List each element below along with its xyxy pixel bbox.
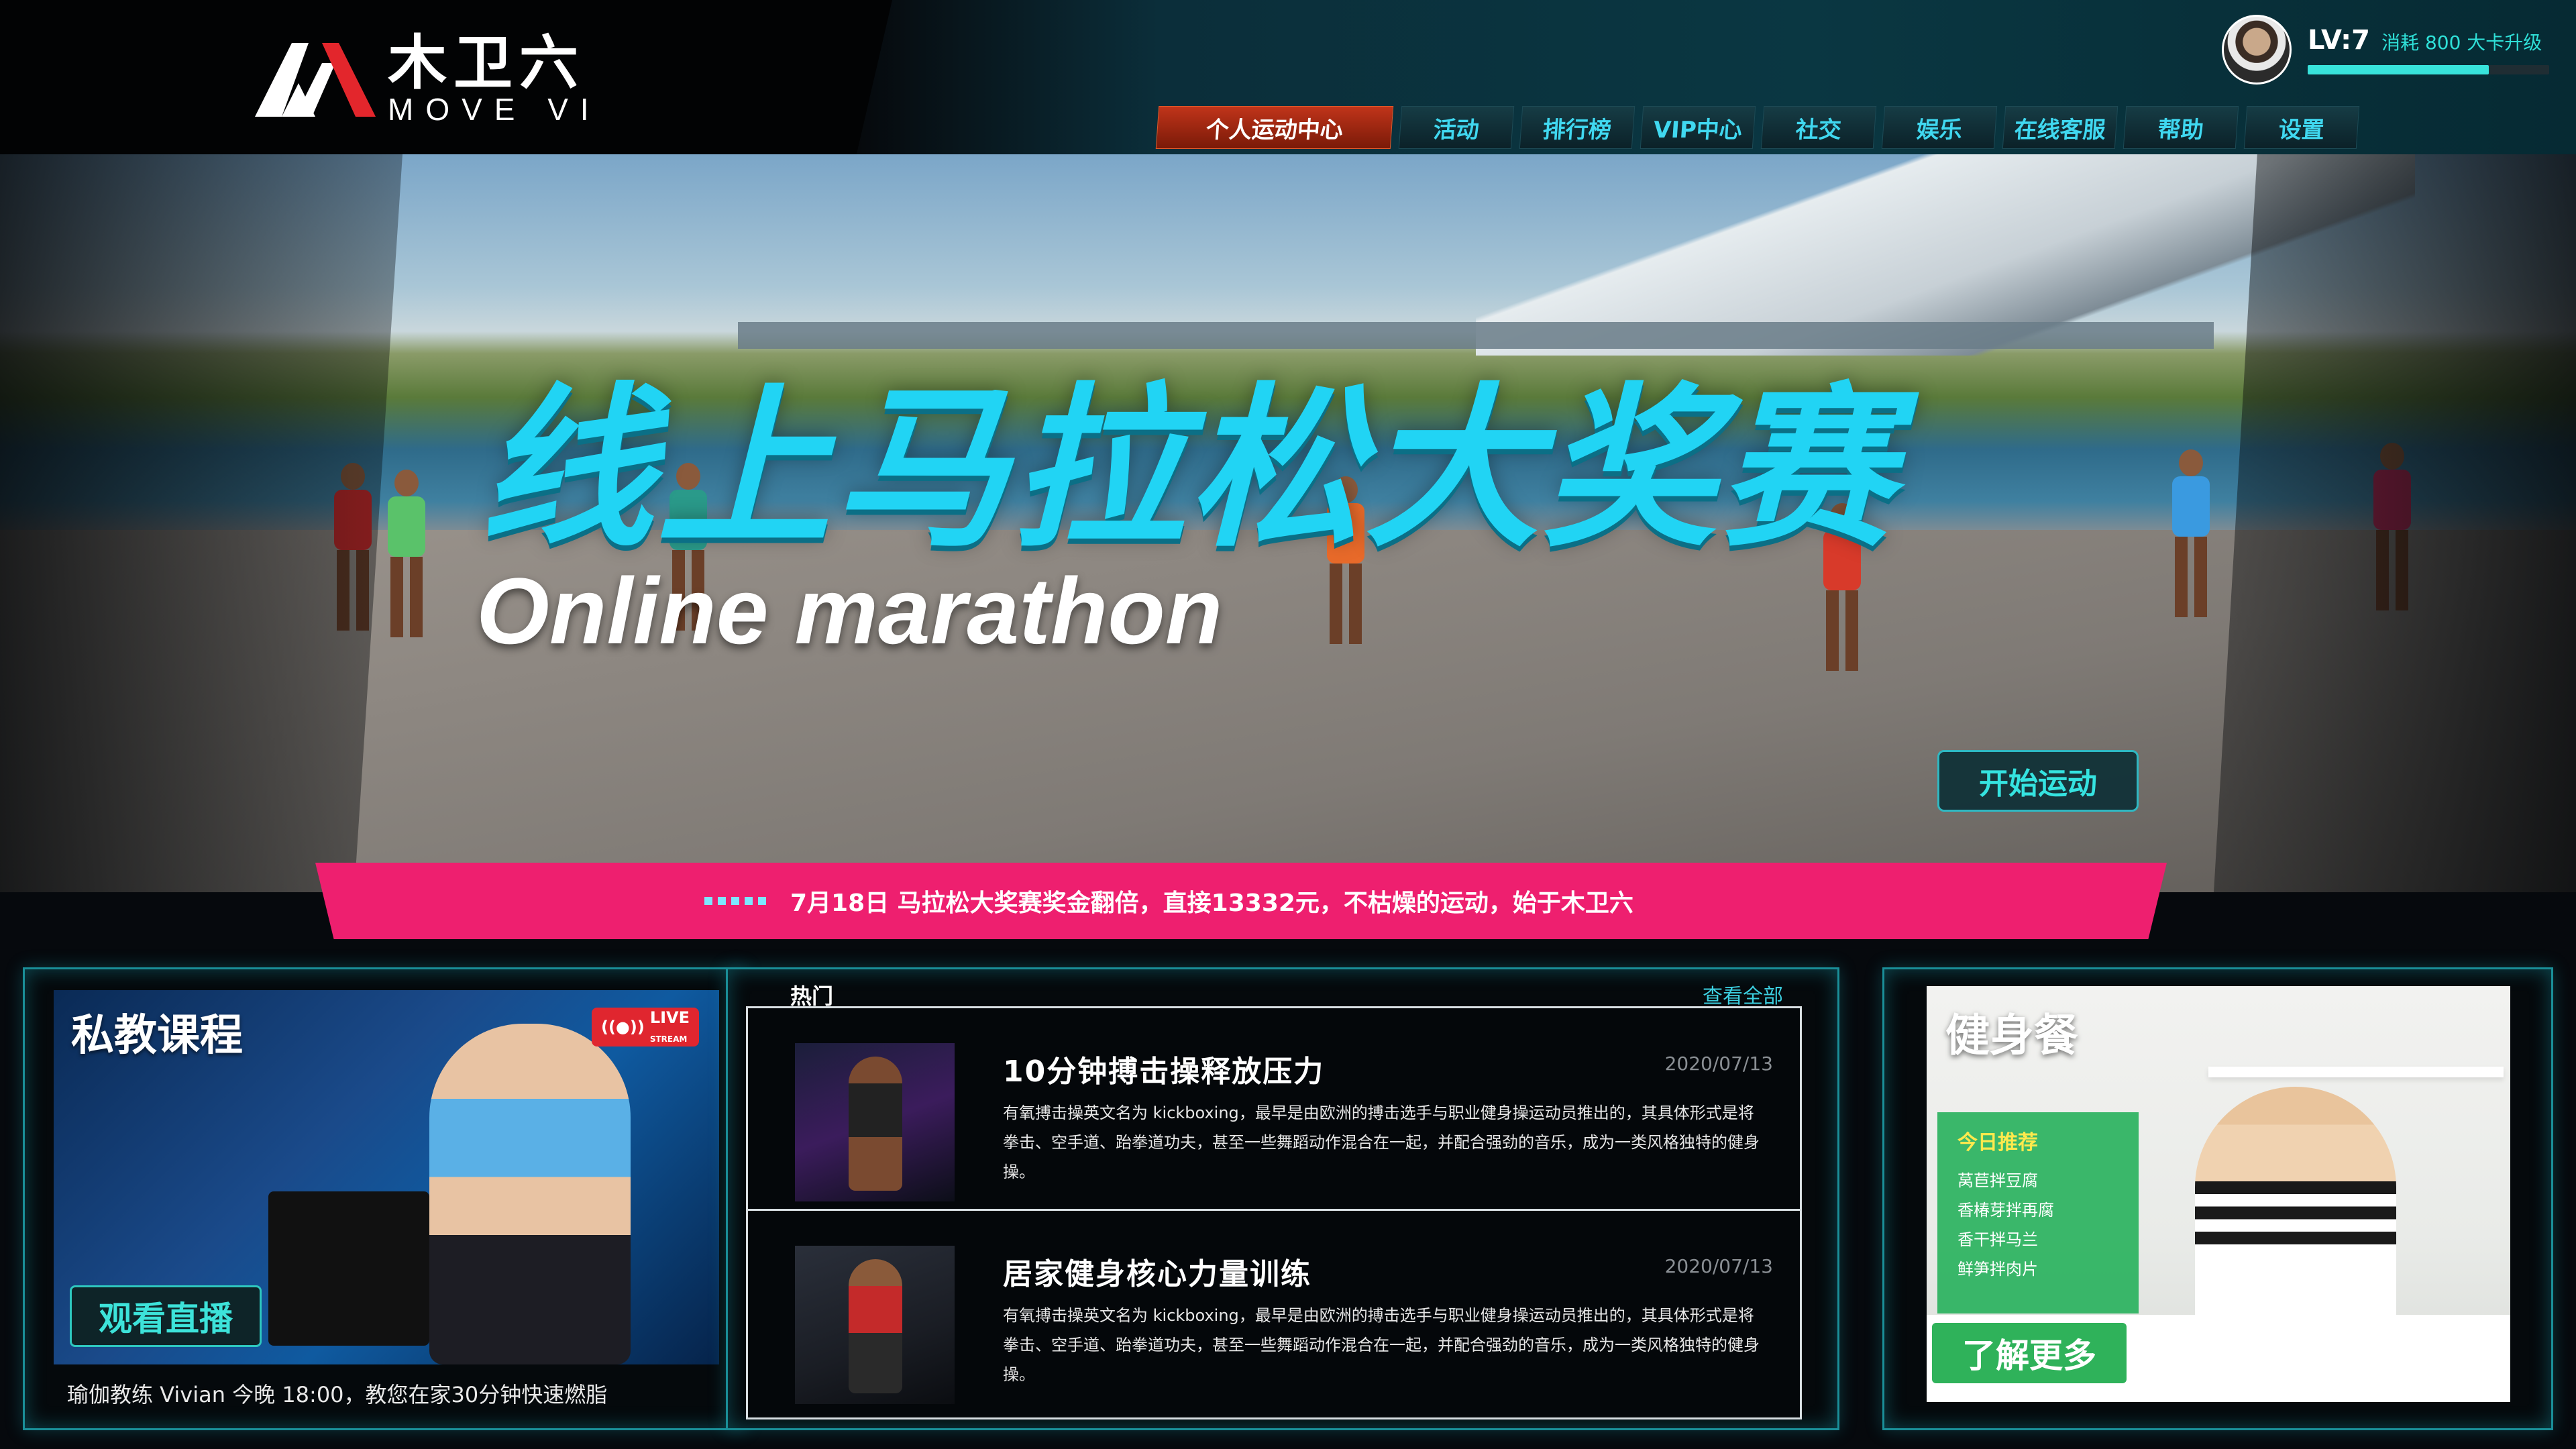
view-all-link[interactable]: 查看全部 (1703, 979, 1783, 1009)
nav-item-entertainment[interactable]: 娱乐 (1881, 106, 1998, 149)
article-thumbnail (795, 1246, 955, 1404)
live-label-text: LIVE (649, 1008, 690, 1027)
main-nav: 个人运动中心 活动 排行榜 VIP中心 社交 娱乐 在线客服 帮助 设置 (1155, 106, 2360, 149)
avatar[interactable] (2222, 15, 2292, 85)
logo-text-en: MOVE VI (388, 92, 601, 127)
course-live-card[interactable]: 私教课程 ((●)) LIVE STREAM 观看直播 (54, 990, 719, 1364)
nav-item-leaderboard[interactable]: 排行榜 (1519, 106, 1635, 149)
nav-label: 社交 (1794, 116, 1843, 144)
logo-text: 木卫六 MOVE VI (388, 28, 601, 127)
start-exercise-button[interactable]: 开始运动 (1937, 750, 2139, 812)
announcement-ticker[interactable]: 7月18日 马拉松大奖赛奖金翻倍，直接13332元，不枯燥的运动，始于木卫六 (315, 863, 2167, 939)
article-title[interactable]: 居家健身核心力量训练 (1003, 1250, 1311, 1293)
hero-title-en: Online marathon (476, 558, 1223, 663)
recommend-item[interactable]: 鲜笋拌肉片 (1957, 1254, 2118, 1284)
course-description: 瑜伽教练 Vivian 今晚 18:00，教您在家30分钟快速燃脂 (67, 1382, 608, 1407)
runner-figure (376, 470, 436, 637)
today-recommend-box: 今日推荐 莴苣拌豆腐 香椿芽拌再腐 香干拌马兰 鲜笋拌肉片 (1937, 1112, 2139, 1313)
watch-live-button[interactable]: 观看直播 (70, 1285, 262, 1347)
nav-label: 设置 (2277, 116, 2326, 144)
logo-mark-icon (255, 43, 376, 117)
hero-title-cn: 线上马拉松大奖赛 (480, 368, 1896, 571)
recommend-item[interactable]: 莴苣拌豆腐 (1957, 1166, 2118, 1195)
nav-item-vip-center[interactable]: VIP中心 (1640, 106, 1756, 149)
meal-title: 健身餐 (1945, 1010, 2078, 1061)
xp-progress-fill (2308, 65, 2489, 74)
recommend-title: 今日推荐 (1957, 1131, 2038, 1155)
article-title[interactable]: 10分钟搏击操释放压力 (1003, 1047, 1324, 1090)
xp-progress-bar (2308, 65, 2549, 74)
logo-text-cn: 木卫六 (388, 28, 586, 97)
nav-item-personal-center[interactable]: 个人运动中心 (1155, 106, 1394, 149)
live-stream-badge: ((●)) LIVE STREAM (592, 1008, 699, 1046)
nav-item-settings[interactable]: 设置 (2243, 106, 2360, 149)
nav-label: 个人运动中心 (1205, 116, 1344, 144)
nav-item-activities[interactable]: 活动 (1398, 106, 1515, 149)
ticker-dots-icon (704, 897, 766, 905)
ticker-text: 7月18日 马拉松大奖赛奖金翻倍，直接13332元，不枯燥的运动，始于木卫六 (790, 890, 1633, 917)
article-summary: 有氧搏击操英文名为 kickboxing，最早是由欧洲的搏击选手与职业健身操运动… (1003, 1104, 1760, 1181)
live-broadcast-icon: ((●)) (600, 1018, 645, 1036)
runner-figure (2160, 449, 2241, 671)
hero-banner[interactable]: 线上马拉松大奖赛 Online marathon 开始运动 (0, 154, 2576, 892)
hero-side-shade-left (0, 154, 402, 892)
nav-label: 排行榜 (1542, 116, 1613, 144)
learn-more-button[interactable]: 了解更多 (1932, 1323, 2127, 1383)
nav-label: 娱乐 (1915, 116, 1964, 144)
level-info: LV:7 消耗 800 大卡升级 (2308, 25, 2549, 74)
article-thumbnail (795, 1043, 955, 1201)
article-date: 2020/07/13 (1664, 1053, 1773, 1075)
user-profile[interactable]: LV:7 消耗 800 大卡升级 (2222, 15, 2549, 85)
nav-item-customer-service[interactable]: 在线客服 (2002, 106, 2118, 149)
level-line: LV:7 消耗 800 大卡升级 (2308, 25, 2549, 56)
hero-side-shade-right (2214, 154, 2576, 892)
live-sub-text: STREAM (649, 1034, 688, 1044)
article-date: 2020/07/13 (1664, 1255, 1773, 1277)
nav-item-social[interactable]: 社交 (1760, 106, 1877, 149)
top-header: 木卫六 MOVE VI LV:7 消耗 800 大卡升级 个人运动中心 活动 排… (0, 0, 2576, 154)
article-card[interactable]: 10分钟搏击操释放压力 2020/07/13 有氧搏击操英文名为 kickbox… (746, 1006, 1802, 1217)
nav-label: VIP中心 (1652, 116, 1743, 144)
nav-label: 活动 (1432, 116, 1481, 144)
level-label: LV:7 (2308, 25, 2370, 56)
recommend-item[interactable]: 香椿芽拌再腐 (1957, 1195, 2118, 1225)
treadmill-image (268, 1191, 429, 1346)
brand-logo[interactable]: 木卫六 MOVE VI (255, 34, 601, 126)
live-label: LIVE STREAM (650, 1008, 690, 1046)
article-card[interactable]: 居家健身核心力量训练 2020/07/13 有氧搏击操英文名为 kickboxi… (746, 1209, 1802, 1419)
nav-label: 帮助 (2157, 116, 2205, 144)
course-title: 私教课程 (71, 1011, 243, 1061)
nav-label: 在线客服 (2013, 116, 2107, 144)
kitchen-shelf (2208, 1067, 2504, 1077)
coach-image (429, 1024, 631, 1364)
recommend-item[interactable]: 香干拌马兰 (1957, 1225, 2118, 1254)
hero-bridge (738, 322, 2214, 349)
article-summary: 有氧搏击操英文名为 kickboxing，最早是由欧洲的搏击选手与职业健身操运动… (1003, 1306, 1760, 1384)
level-note: 消耗 800 大卡升级 (2381, 32, 2542, 54)
nav-item-help[interactable]: 帮助 (2123, 106, 2239, 149)
